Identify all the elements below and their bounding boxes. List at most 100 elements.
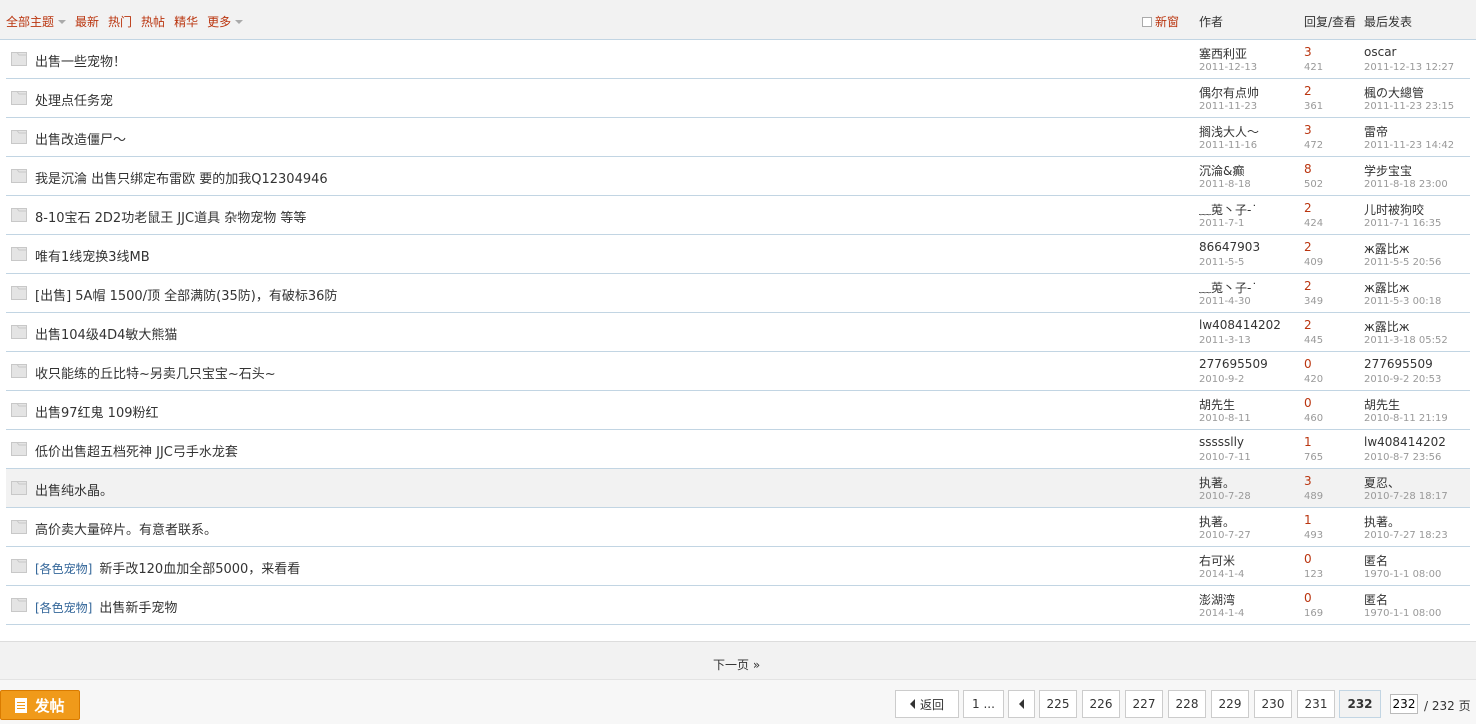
thread-category-tag[interactable]: [各色宠物] [35,601,92,615]
thread-title-link[interactable]: 高价卖大量碎片。有意者联系。 [35,519,217,538]
table-row[interactable]: 高价卖大量碎片。有意者联系。 执著。 2010-7-27 1 493 执著。 2010-7-… [6,508,1470,547]
thread-views: 472 [1304,140,1324,151]
page-231[interactable]: 231 [1297,690,1335,718]
next-page-link[interactable]: 下一页 » [713,656,760,673]
thread-title-link[interactable]: [出售] 5A帽 1500/顶 全部满防(35防)，有破标36防 [35,285,337,304]
thread-author[interactable]: 澎湖湾 [1199,591,1235,608]
thread-title-link[interactable]: 收只能练的丘比特~另卖几只宝宝~石头~ [35,363,276,382]
thread-last-user[interactable]: 夏忍、 [1364,474,1400,491]
thread-author[interactable]: 277695509 [1199,357,1268,371]
table-row[interactable]: 收只能练的丘比特~另卖几只宝宝~石头~ 277695509 2010-9-2 0 420… [6,352,1470,391]
thread-last-user[interactable]: 楓の大總管 [1364,84,1424,101]
thread-last-time[interactable]: 1970-1-1 08:00 [1364,569,1441,580]
new-window-checkbox[interactable]: 新窗 [1142,13,1179,30]
page-first-button[interactable]: 1 ... [963,690,1004,718]
thread-title-link[interactable]: 处理点任务宠 [35,90,113,109]
thread-title-link[interactable]: 出售104级4D4敏大熊猫 [35,324,177,343]
thread-title-link[interactable]: [各色宠物] 新手改120血加全部5000，来看看 [35,558,300,577]
thread-last-user[interactable]: 学步宝宝 [1364,162,1412,179]
thread-author[interactable]: lw408414202 [1199,318,1281,332]
thread-last-time[interactable]: 2011-7-1 16:35 [1364,218,1441,229]
page-jump-input[interactable] [1390,694,1418,714]
thread-category-tag[interactable]: [各色宠物] [35,562,92,576]
thread-title-link[interactable]: 我是沉淪 出售只绑定布雷欧 要的加我Q12304946 [35,168,328,187]
table-row[interactable]: 出售97红鬼 109粉红 胡先生 2010-8-11 0 460 胡先生 2010-8-11… [6,391,1470,430]
checkbox-icon[interactable] [1142,16,1152,27]
thread-author[interactable]: 右可米 [1199,552,1235,569]
thread-author[interactable]: 执著。 [1199,513,1235,530]
table-row[interactable]: 出售104级4D4敏大熊猫 lw408414202 2011-3-13 2 445 ж露比… [6,313,1470,352]
page-228[interactable]: 228 [1168,690,1206,718]
table-row[interactable]: [出售] 5A帽 1500/顶 全部满防(35防)，有破标36防 ﹏莵丶子-˙ 20… [6,274,1470,313]
thread-last-user[interactable]: oscar [1364,45,1396,59]
thread-title-link[interactable]: 出售一些宠物！ [35,51,126,70]
thread-last-user[interactable]: ж露比ж [1364,240,1410,257]
thread-last-time[interactable]: 2011-5-5 20:56 [1364,257,1441,268]
thread-last-time[interactable]: 1970-1-1 08:00 [1364,608,1441,619]
thread-title-link[interactable]: 出售纯水晶。 [35,480,113,499]
thread-author[interactable]: 沉淪&癫 [1199,162,1244,179]
thread-folder-icon [11,364,27,378]
table-row[interactable]: 出售纯水晶。 执著。 2010-7-28 3 489 夏忍、 2010-7-28 18:17 [6,469,1470,508]
filter-all[interactable]: 全部主题 [6,13,67,30]
filter-hot[interactable]: 热门 [108,13,132,30]
thread-author[interactable]: 86647903 [1199,240,1260,254]
page-back-button[interactable]: 返回 [895,690,959,718]
thread-last-user[interactable]: 执著。 [1364,513,1400,530]
thread-author[interactable]: 执著。 [1199,474,1235,491]
page-227[interactable]: 227 [1125,690,1163,718]
table-row[interactable]: 出售一些宠物！ 塞西利亚 2011-12-13 3 421 oscar 2011-12-13… [6,40,1470,79]
thread-title-link[interactable]: 唯有1线宠换3线MB [35,246,150,265]
thread-title-link[interactable]: 出售97红鬼 109粉红 [35,402,159,421]
thread-last-user[interactable]: lw408414202 [1364,435,1446,449]
thread-author[interactable]: 胡先生 [1199,396,1235,413]
thread-last-user[interactable]: 匿名 [1364,591,1388,608]
thread-last-time[interactable]: 2011-5-3 00:18 [1364,296,1441,307]
table-row[interactable]: 低价出售超五档死神 JJC弓手水龙套 ssssslly 2010-7-11 1 765 l… [6,430,1470,469]
table-row[interactable]: 处理点任务宠 偶尔有点帅 2011-11-23 2 361 楓の大總管 2011-11-23… [6,79,1470,118]
thread-last-time[interactable]: 2011-11-23 14:42 [1364,140,1454,151]
thread-author[interactable]: 偶尔有点帅 [1199,84,1259,101]
thread-last-time[interactable]: 2011-11-23 23:15 [1364,101,1454,112]
thread-last-user[interactable]: ж露比ж [1364,279,1410,296]
thread-last-time[interactable]: 2011-8-18 23:00 [1364,179,1448,190]
thread-title-link[interactable]: 8-10宝石 2D2功老鼠王 JJC道具 杂物宠物 等等 [35,207,306,226]
thread-last-time[interactable]: 2010-8-7 23:56 [1364,452,1441,463]
table-row[interactable]: 唯有1线宠换3线MB 86647903 2011-5-5 2 409 ж露比ж 2011-5… [6,235,1470,274]
filter-digest[interactable]: 精华 [174,13,198,30]
table-row[interactable]: 出售改造僵尸～ 搁浅大人～ 2011-11-16 3 472 雷帝 2011-11-23 1… [6,118,1470,157]
thread-last-time[interactable]: 2011-3-18 05:52 [1364,335,1448,346]
new-post-button[interactable]: 发帖 [0,690,80,720]
page-230[interactable]: 230 [1254,690,1292,718]
thread-last-time[interactable]: 2010-8-11 21:19 [1364,413,1448,424]
thread-title-link[interactable]: 出售改造僵尸～ [35,129,126,148]
thread-last-user[interactable]: ж露比ж [1364,318,1410,335]
thread-author[interactable]: ﹏莵丶子-˙ [1199,201,1257,218]
page-226[interactable]: 226 [1082,690,1120,718]
thread-author[interactable]: ssssslly [1199,435,1244,449]
thread-last-time[interactable]: 2010-7-28 18:17 [1364,491,1448,502]
thread-author[interactable]: 搁浅大人～ [1199,123,1259,140]
page-229[interactable]: 229 [1211,690,1249,718]
table-row[interactable]: [各色宠物] 新手改120血加全部5000，来看看 右可米 2014-1-4 0 123 匿… [6,547,1470,586]
filter-more[interactable]: 更多 [207,13,244,30]
table-row[interactable]: [各色宠物] 出售新手宠物 澎湖湾 2014-1-4 0 169 匿名 1970-1-1 08… [6,586,1470,625]
thread-author[interactable]: 塞西利亚 [1199,45,1247,62]
table-row[interactable]: 我是沉淪 出售只绑定布雷欧 要的加我Q12304946 沉淪&癫 2011-8-18… [6,157,1470,196]
thread-author[interactable]: ﹏莵丶子-˙ [1199,279,1257,296]
thread-last-time[interactable]: 2010-9-2 20:53 [1364,374,1441,385]
thread-last-user[interactable]: 儿时被狗咬 [1364,201,1424,218]
thread-last-time[interactable]: 2010-7-27 18:23 [1364,530,1448,541]
table-row[interactable]: 8-10宝石 2D2功老鼠王 JJC道具 杂物宠物 等等 ﹏莵丶子-˙ 2011-7… [6,196,1470,235]
thread-title-link[interactable]: [各色宠物] 出售新手宠物 [35,597,177,616]
thread-last-user[interactable]: 胡先生 [1364,396,1400,413]
thread-last-user[interactable]: 雷帝 [1364,123,1388,140]
filter-latest[interactable]: 最新 [75,13,99,30]
filter-hot-posts[interactable]: 热帖 [141,13,165,30]
page-prev-button[interactable] [1008,690,1035,718]
thread-last-user[interactable]: 匿名 [1364,552,1388,569]
thread-last-time[interactable]: 2011-12-13 12:27 [1364,62,1454,73]
thread-last-user[interactable]: 277695509 [1364,357,1433,371]
page-225[interactable]: 225 [1039,690,1077,718]
thread-title-link[interactable]: 低价出售超五档死神 JJC弓手水龙套 [35,441,238,460]
